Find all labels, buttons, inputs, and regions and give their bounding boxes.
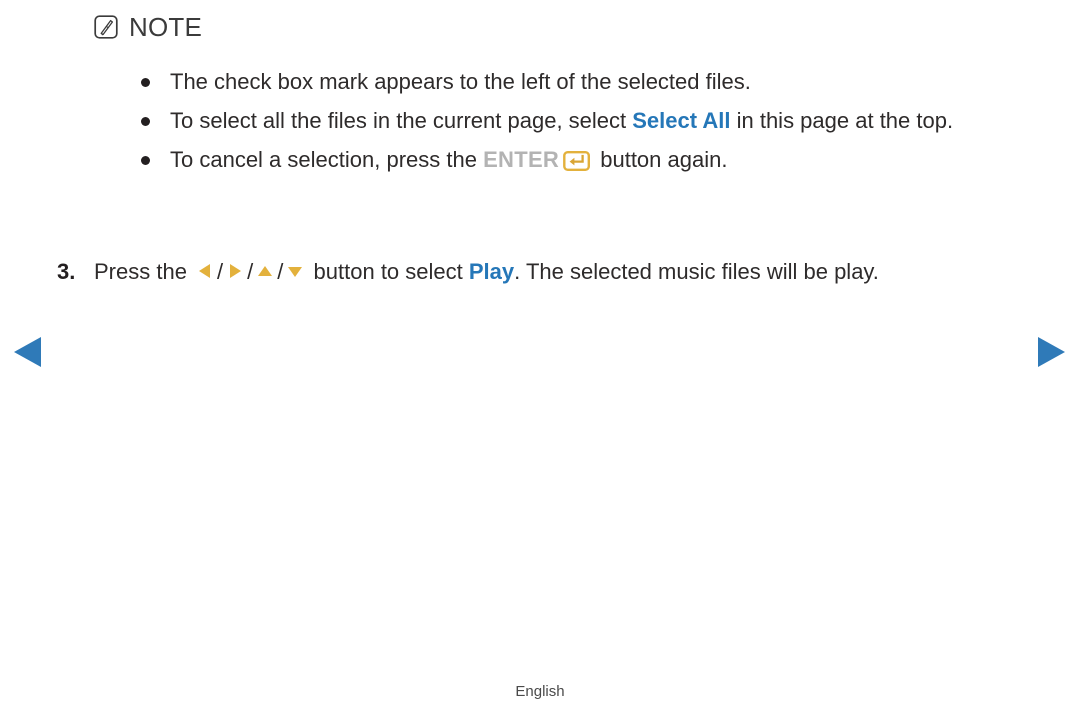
bullet-2-text: To select all the files in the current p… (170, 101, 1038, 140)
instruction-step-3: 3. Press the / / / button to select Play. T… (57, 252, 1079, 291)
step-pre-text: Press the (94, 259, 194, 284)
step-number: 3. (57, 259, 76, 284)
arrow-up-icon (258, 266, 273, 276)
play-emphasis[interactable]: Play (469, 259, 514, 284)
enter-key-icon (563, 151, 591, 172)
enter-key-label: ENTER (483, 147, 560, 172)
arrow-left-nav-icon[interactable] (11, 334, 45, 370)
step-post-text: . The selected music files will be play. (514, 259, 879, 284)
bullet-3-post: button again. (594, 147, 728, 172)
bullet-2-pre: To select all the files in the current p… (170, 108, 633, 133)
note-heading: NOTE (94, 14, 202, 40)
select-all-emphasis[interactable]: Select All (632, 108, 730, 133)
arrow-right-nav-icon[interactable] (1034, 334, 1068, 370)
arrow-down-icon (288, 267, 303, 277)
bullet-dot-icon (141, 78, 150, 87)
note-bullet-list: The check box mark appears to the left o… (138, 62, 1038, 179)
bullet-3-text: To cancel a selection, press the ENTER b… (170, 140, 1038, 179)
step-separator-3: / (277, 259, 284, 284)
bullet-3-pre: To cancel a selection, press the (170, 147, 484, 172)
step-separator-2: / (247, 259, 254, 284)
note-pen-icon (94, 15, 118, 39)
arrow-left-icon (199, 264, 211, 278)
note-label: NOTE (129, 12, 203, 42)
footer-language-label: English (515, 683, 565, 700)
list-item: To select all the files in the current p… (138, 101, 1038, 140)
manual-page: NOTE The check box mark appears to the l… (0, 0, 1080, 705)
list-item: The check box mark appears to the left o… (138, 62, 1038, 101)
bullet-1-text: The check box mark appears to the left o… (170, 69, 751, 94)
step-separator-1: / (217, 259, 224, 284)
list-item: To cancel a selection, press the ENTER b… (138, 140, 1038, 179)
arrow-right-icon (230, 264, 242, 278)
step-mid-text: button to select (307, 259, 469, 284)
bullet-dot-icon (141, 117, 150, 126)
bullet-dot-icon (141, 156, 150, 165)
bullet-2-post: in this page at the top. (730, 108, 954, 133)
